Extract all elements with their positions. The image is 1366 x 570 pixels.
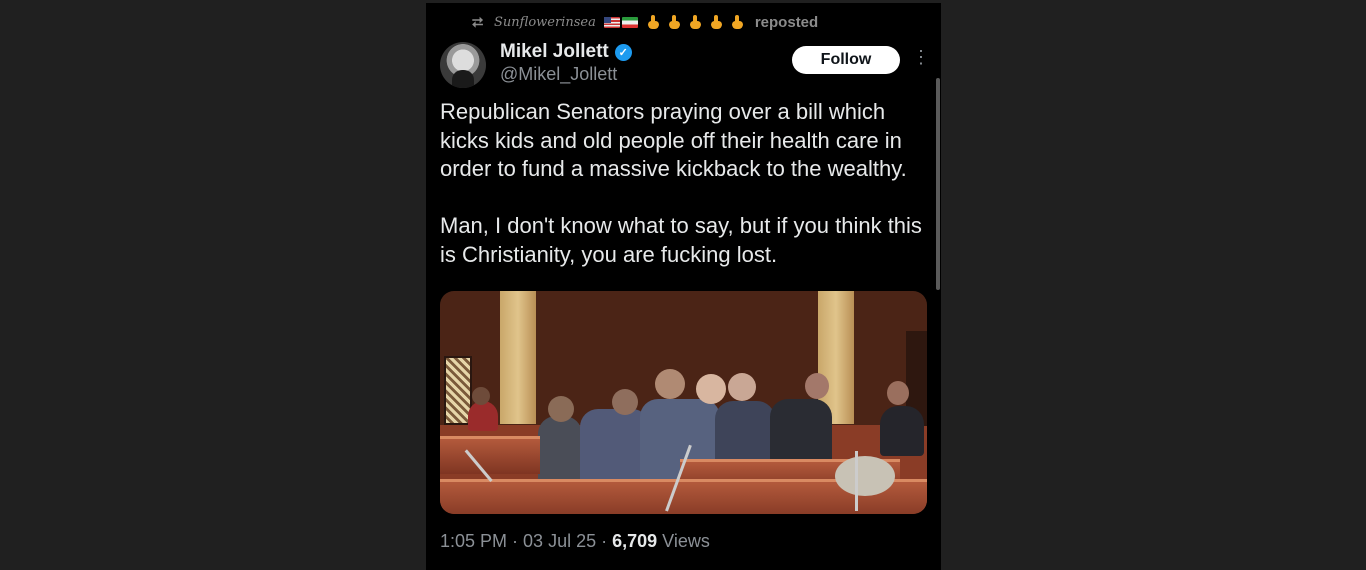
repost-context: ⮂ Sunflowerinsea reposted bbox=[472, 12, 818, 32]
image-figure-head bbox=[655, 369, 685, 399]
repost-label: reposted bbox=[754, 13, 819, 31]
image-microphone bbox=[855, 451, 858, 511]
more-options-icon[interactable]: ⋮ bbox=[912, 48, 930, 66]
image-pillar bbox=[500, 291, 536, 424]
image-figure-head bbox=[472, 387, 490, 405]
views-label: Views bbox=[662, 531, 710, 551]
middle-finger-icon bbox=[731, 15, 743, 29]
post-text: Republican Senators praying over a bill … bbox=[440, 99, 922, 267]
image-figure-head bbox=[805, 373, 829, 399]
image-figure-head bbox=[612, 389, 638, 415]
middle-finger-icon bbox=[668, 15, 680, 29]
author-display-name[interactable]: Mikel Jollett bbox=[500, 41, 609, 63]
post-time[interactable]: 1:05 PM bbox=[440, 531, 507, 552]
image-figure bbox=[880, 406, 924, 456]
post-image[interactable] bbox=[440, 291, 927, 514]
image-figure-head bbox=[887, 381, 909, 405]
middle-finger-icon bbox=[689, 15, 701, 29]
image-figure-head bbox=[728, 373, 756, 401]
image-figure-head bbox=[835, 456, 895, 496]
middle-finger-icon bbox=[710, 15, 722, 29]
follow-button[interactable]: Follow bbox=[792, 46, 900, 74]
post-date[interactable]: 03 Jul 25 bbox=[523, 531, 596, 552]
middle-finger-icon bbox=[647, 15, 659, 29]
repost-icon: ⮂ bbox=[472, 13, 484, 30]
repost-username[interactable]: Sunflowerinsea bbox=[494, 15, 596, 30]
image-figure-head bbox=[548, 396, 574, 422]
meta-separator: · bbox=[512, 531, 519, 551]
us-flag-icon bbox=[603, 16, 620, 28]
avatar[interactable] bbox=[440, 42, 486, 88]
iran-flag-icon bbox=[621, 16, 638, 28]
post-metadata: 1:05 PM · 03 Jul 25 · 6,709 Views bbox=[440, 531, 710, 552]
meta-separator: · bbox=[601, 531, 608, 551]
image-figure-head bbox=[696, 374, 726, 404]
repost-username-emoji bbox=[603, 15, 743, 29]
verified-badge-icon[interactable]: ✓ bbox=[614, 43, 632, 61]
views-count: 6,709 bbox=[612, 531, 658, 551]
image-figure bbox=[468, 401, 498, 431]
post-panel: ⮂ Sunflowerinsea reposted Mikel Jollett … bbox=[426, 3, 941, 570]
image-bench bbox=[440, 436, 540, 474]
author-name-row: Mikel Jollett ✓ bbox=[500, 41, 632, 63]
scrollbar[interactable] bbox=[936, 78, 940, 290]
author-handle[interactable]: @Mikel_Jollett bbox=[500, 64, 617, 85]
